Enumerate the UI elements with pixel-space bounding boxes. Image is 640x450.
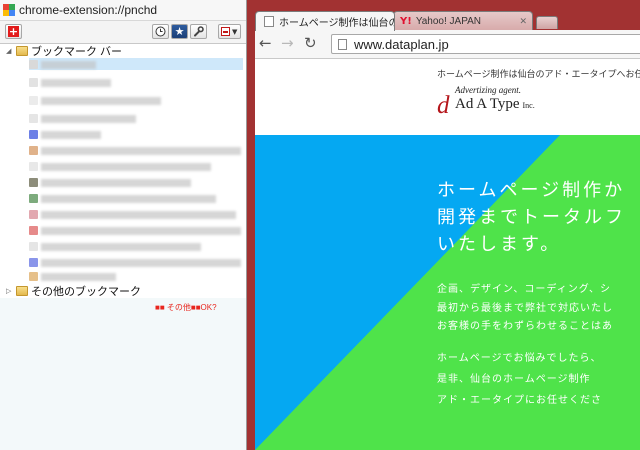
page-icon [264, 16, 274, 27]
favicon-icon [29, 258, 38, 267]
extension-empty-area [0, 298, 246, 450]
bookmark-item[interactable] [29, 224, 243, 237]
hero-cta-line: アド・エータイプにお任せくださ [437, 395, 602, 406]
hero-heading: ホームページ制作か 開発までトータルフ いたします。 [437, 177, 640, 258]
favicon-icon [29, 178, 38, 187]
hero-body-line: 最初から最後まで弊社で対応いたし [437, 302, 613, 314]
other-bookmarks-folder[interactable]: ▷ その他のブックマーク [0, 283, 141, 298]
folder-icon [16, 285, 28, 296]
bookmark-item[interactable] [29, 112, 209, 125]
expand-icon[interactable]: ▷ [6, 287, 14, 295]
extension-toolbar: + ★ ▼ [0, 21, 246, 44]
plus-icon: + [8, 25, 19, 38]
status-message: ■■ その他■■OK? [155, 303, 217, 312]
favicon-icon [29, 210, 38, 219]
favicon-icon [29, 130, 38, 139]
hero-call-to-action: ホームページでお悩みでしたら、 是非、仙台のホームページ制作 アド・エータイプに… [437, 348, 602, 411]
logo-name: Ad A Type Inc. [455, 96, 535, 113]
yahoo-icon: Y! [400, 16, 412, 27]
favicon-icon [29, 162, 38, 171]
bookmark-item[interactable] [29, 76, 209, 89]
site-header: ホームページ制作は仙台のアド・エータイプへお任せ d Advertizing a… [255, 59, 640, 135]
site-tagline: ホームページ制作は仙台のアド・エータイプへお任せ [437, 69, 640, 79]
favicon-icon [29, 194, 38, 203]
bookmark-item[interactable] [29, 270, 209, 283]
star-icon: ★ [174, 25, 185, 38]
chevron-down-icon: ▼ [232, 27, 238, 36]
logo-mark-icon: d [437, 92, 450, 119]
page-icon [338, 38, 347, 50]
tab-yahoo[interactable]: Y! Yahoo! JAPAN ✕ [393, 11, 533, 31]
favicon-icon [29, 96, 38, 105]
tab-title: Yahoo! JAPAN [415, 16, 482, 27]
hero-heading-line: 開発までトータルフ [437, 207, 626, 228]
bookmark-item[interactable] [29, 208, 243, 221]
browser-window: ホームページ制作は仙台のア ✕ Y! Yahoo! JAPAN ✕ ← → ↻ … [247, 0, 640, 450]
logo-inc: Inc. [522, 101, 535, 110]
bookmark-item[interactable] [29, 94, 209, 107]
extension-window-title: chrome-extension://pnchd [19, 3, 158, 17]
logo-name-text: Ad A Type [455, 96, 520, 112]
bookmark-item[interactable] [29, 192, 216, 205]
hero-heading-line: いたします。 [437, 234, 562, 255]
bookmark-item[interactable] [29, 176, 209, 189]
extension-titlebar: chrome-extension://pnchd [0, 0, 246, 21]
reload-icon[interactable]: ↻ [304, 35, 317, 51]
history-button[interactable] [152, 24, 169, 39]
folder-icon [16, 45, 28, 56]
favicon-icon [29, 242, 38, 251]
bookmark-extension-window: chrome-extension://pnchd + ★ ▼ ◢ ブックマーク … [0, 0, 247, 450]
add-bookmark-button[interactable]: + [5, 24, 22, 39]
bookmark-item[interactable] [29, 144, 243, 157]
favicon-icon [29, 272, 38, 281]
favicon-icon [29, 114, 38, 123]
tab-dataplan[interactable]: ホームページ制作は仙台のア ✕ [255, 11, 395, 31]
wrench-icon [194, 26, 204, 37]
tab-title: ホームページ制作は仙台のア [279, 18, 394, 29]
favicon-icon [29, 60, 38, 69]
other-bookmarks-label: その他のブックマーク [31, 285, 141, 298]
close-icon[interactable]: ✕ [519, 16, 527, 27]
address-bar[interactable]: www.dataplan.jp [331, 34, 640, 54]
hero-cta-line: 是非、仙台のホームページ制作 [437, 374, 591, 385]
bookmark-item[interactable] [29, 240, 209, 253]
hero-body-line: 企画、デザイン、コーディング、シ [437, 284, 611, 295]
site-logo[interactable]: d Advertizing agent. Ad A Type Inc. [437, 85, 577, 121]
back-icon[interactable]: ← [259, 35, 272, 51]
bookmark-item[interactable] [29, 128, 209, 141]
menu-dropdown-icon [221, 27, 230, 36]
favicon-icon [29, 78, 38, 87]
page-viewport: ホームページ制作は仙台のアド・エータイプへお任せ d Advertizing a… [255, 59, 640, 450]
hero-cta-line: ホームページでお悩みでしたら、 [437, 353, 602, 364]
hero-section: ホームページ制作か 開発までトータルフ いたします。 企画、デザイン、コーディン… [255, 135, 640, 450]
logo-tagline: Advertizing agent. [455, 85, 521, 95]
bookmark-item[interactable] [29, 160, 211, 173]
hero-heading-line: ホームページ制作か [437, 180, 626, 201]
chrome-app-icon [3, 4, 15, 16]
collapse-icon[interactable]: ◢ [6, 47, 14, 55]
favicon-icon [29, 146, 38, 155]
bookmark-bar-folder[interactable]: ◢ ブックマーク バー [0, 43, 122, 58]
bookmark-item[interactable] [29, 256, 243, 269]
bookmark-item[interactable] [29, 58, 209, 71]
bookmark-bar-label: ブックマーク バー [31, 45, 123, 58]
settings-button[interactable] [190, 24, 207, 39]
favicon-icon [29, 226, 38, 235]
clock-icon [155, 26, 166, 37]
forward-icon[interactable]: → [281, 35, 294, 51]
url-text: www.dataplan.jp [354, 36, 449, 52]
new-tab-button[interactable] [536, 16, 558, 29]
hero-description: 企画、デザイン、コーディング、シ 最初から最後まで弊社で対応いたし お客様の手を… [437, 281, 613, 337]
tab-strip: ホームページ制作は仙台のア ✕ Y! Yahoo! JAPAN ✕ [247, 0, 640, 31]
menu-dropdown-button[interactable]: ▼ [218, 24, 241, 39]
favorites-button[interactable]: ★ [171, 24, 188, 39]
navigation-bar: ← → ↻ www.dataplan.jp [255, 30, 640, 59]
hero-body-line: お客様の手をわずらわせることはあ [437, 321, 613, 332]
